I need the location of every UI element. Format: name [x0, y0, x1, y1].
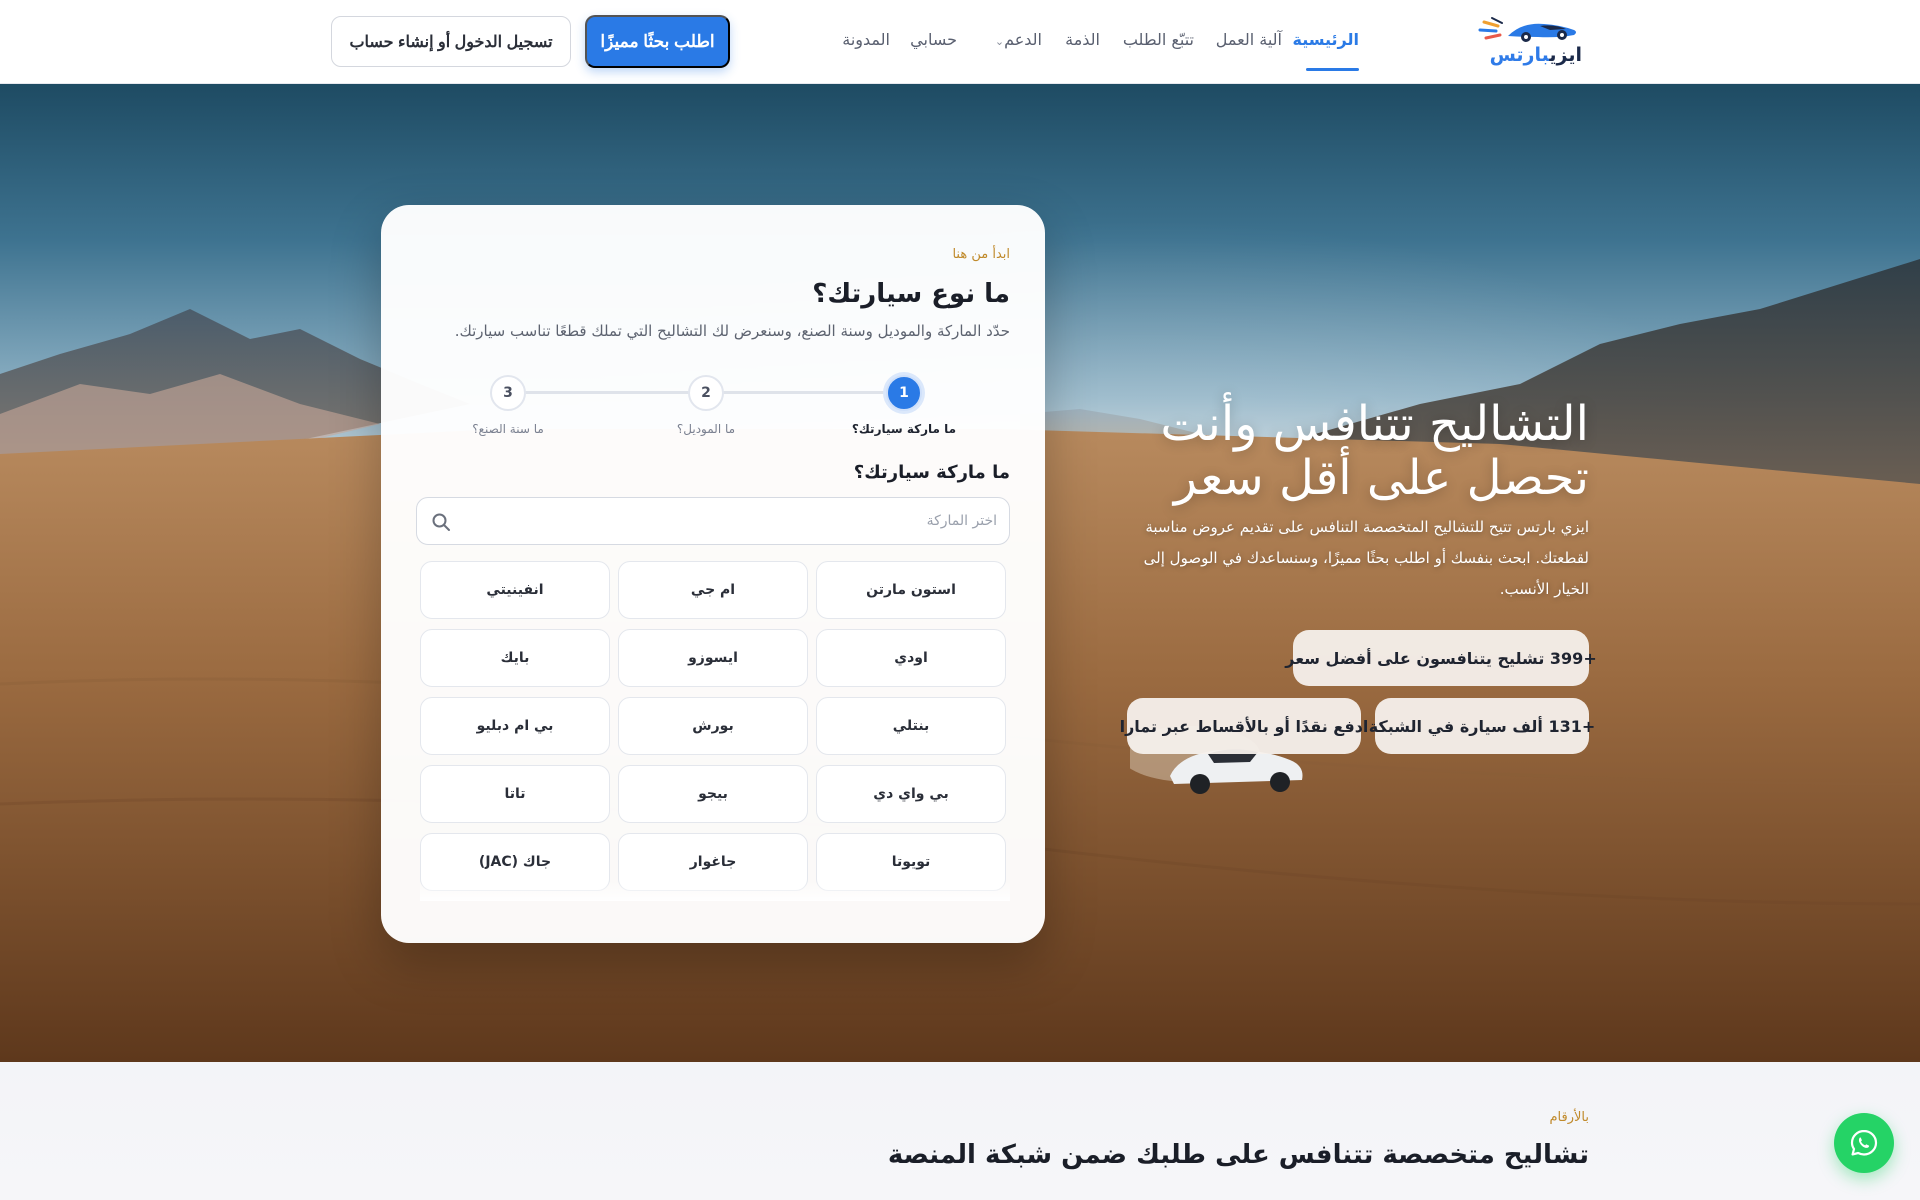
whatsapp-button[interactable]: [1834, 1113, 1894, 1173]
site-header: ايزيبارتس الرئيسية آلية العمل تتبّع الطل…: [0, 0, 1920, 84]
step-2-circle[interactable]: 2: [688, 375, 724, 411]
site-logo[interactable]: ايزيبارتس: [1478, 14, 1582, 70]
hero-section: التشاليح تتنافس وأنت تحصل على أقل سعر اي…: [0, 84, 1920, 1062]
hero-title: التشاليح تتنافس وأنت تحصل على أقل سعر: [1029, 397, 1589, 505]
logo-text-dark: ايزي: [1549, 44, 1582, 66]
nav-support-label: الدعم: [1004, 30, 1042, 49]
nav-trust[interactable]: الذمة: [1065, 30, 1100, 49]
whatsapp-icon: [1850, 1129, 1878, 1156]
finder-title: ما نوع سيارتك؟: [812, 279, 1010, 309]
brand-option[interactable]: ايسوزو: [618, 629, 808, 687]
login-signup-button[interactable]: تسجيل الدخول أو إنشاء حساب: [331, 16, 571, 67]
nav-how-it-works[interactable]: آلية العمل: [1216, 30, 1282, 49]
finder-eyebrow: ابدأ من هنا: [952, 247, 1010, 262]
brand-option[interactable]: ام جي: [618, 561, 808, 619]
brand-option[interactable]: استون مارتن: [816, 561, 1006, 619]
step-1-label: ما ماركة سيارتك؟: [851, 422, 957, 436]
stats-eyebrow: بالأرقام: [1549, 1110, 1590, 1125]
hero-title-line-1: التشاليح تتنافس وأنت: [1160, 396, 1589, 452]
step-2-label: ما الموديل؟: [676, 422, 736, 436]
finder-description: حدّد الماركة والموديل وسنة الصنع، وسنعرض…: [454, 322, 1010, 340]
premium-search-button[interactable]: اطلب بحثًا مميزًا: [585, 15, 730, 68]
brand-option[interactable]: بيجو: [618, 765, 808, 823]
brand-search-input[interactable]: [461, 498, 1001, 544]
brand-option[interactable]: بورش: [618, 697, 808, 755]
active-nav-indicator: [1306, 68, 1359, 71]
brand-grid-fade: [420, 881, 1010, 901]
nav-my-account[interactable]: حسابي: [910, 30, 957, 49]
step-1-circle[interactable]: 1: [886, 375, 922, 411]
stat-pill-cars: +131 ألف سيارة في الشبكة: [1369, 698, 1595, 754]
step-3-circle[interactable]: 3: [490, 375, 526, 411]
brand-option[interactable]: تاتا: [420, 765, 610, 823]
logo-text-accent: بارتس: [1489, 44, 1550, 66]
chevron-down-icon: ⌄: [994, 35, 1005, 48]
nav-support[interactable]: الدعم⌄: [989, 30, 1042, 49]
nav-track-order[interactable]: تتبّع الطلب: [1123, 30, 1194, 49]
nav-home[interactable]: الرئيسية: [1293, 30, 1360, 49]
nav-blog[interactable]: المدونة: [842, 30, 890, 49]
finder-stepper: 1 2 3 ما ماركة سيارتك؟ ما الموديل؟ ما سن…: [381, 372, 1045, 442]
stats-title: تشاليح متخصصة تتنافس على طلبك ضمن شبكة ا…: [887, 1140, 1589, 1170]
brand-grid: استون مارتن ام جي انفينيتي اودي ايسوزو ب…: [420, 561, 1010, 891]
brand-option[interactable]: بي ام دبليو: [420, 697, 610, 755]
hero-title-line-2: تحصل على أقل سعر: [1173, 450, 1589, 506]
logo-icon: [1478, 17, 1576, 42]
brand-option[interactable]: انفينيتي: [420, 561, 610, 619]
brand-option[interactable]: اودي: [816, 629, 1006, 687]
logo-wordmark: ايزيبارتس: [1490, 44, 1582, 66]
stat-pill-payment: ادفع نقدًا أو بالأقساط عبر تمارا: [1120, 698, 1368, 754]
car-finder-card: ابدأ من هنا ما نوع سيارتك؟ حدّد الماركة …: [381, 205, 1045, 943]
stats-section: بالأرقام تشاليح متخصصة تتنافس على طلبك ض…: [0, 1062, 1920, 1200]
hero-description: ايزي بارتس تتيح للتشاليح المتخصصة التناف…: [1143, 518, 1589, 598]
brand-option[interactable]: بي واي دي: [816, 765, 1006, 823]
stat-pill-scrapyards: +399 تشليح يتنافسون على أفضل سعر: [1285, 630, 1597, 686]
brand-option[interactable]: بنتلي: [816, 697, 1006, 755]
brand-search: [416, 497, 1010, 545]
brand-question: ما ماركة سيارتك؟: [853, 462, 1010, 483]
step-3-label: ما سنة الصنع؟: [472, 422, 544, 436]
search-icon: [432, 513, 450, 531]
brand-option[interactable]: بايك: [420, 629, 610, 687]
